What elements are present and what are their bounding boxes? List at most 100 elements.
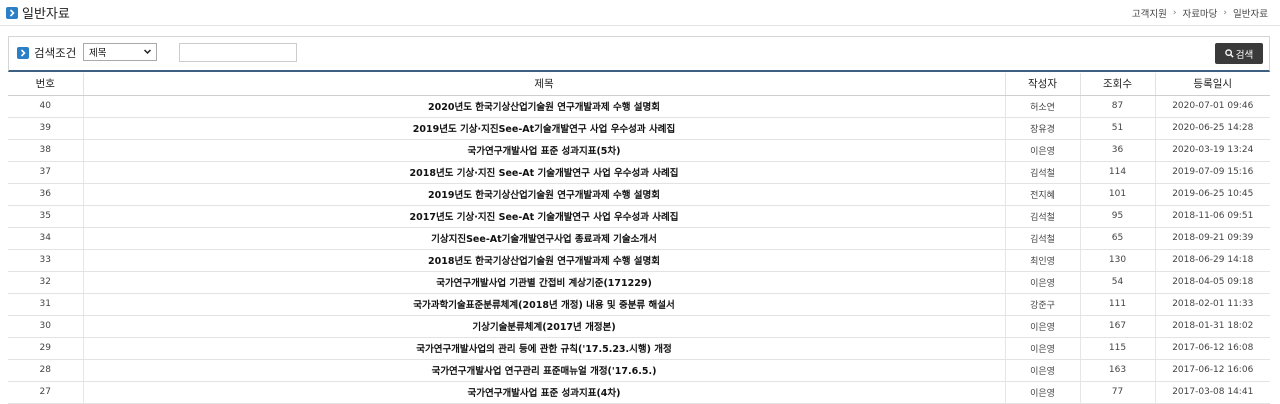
post-title-link[interactable]: 2018년도 한국기상산업기술원 연구개발과제 수행 설명회 [428,256,660,267]
cell-number: 28 [8,359,83,382]
cell-author: 김석철 [1004,205,1080,228]
post-title-link[interactable]: 국가연구개발사업의 관리 등에 관한 규칙('17.5.23.시행) 개정 [416,344,672,355]
cell-date: 2020-06-25 14:28 [1154,117,1270,140]
cell-author: 전지혜 [1004,183,1080,206]
table-row[interactable]: 38 국가연구개발사업 표준 성과지표(5차) 이은영 36 2020-03-19 13… [8,139,1270,162]
chevron-right-icon [6,6,18,19]
cell-number: 27 [8,381,83,404]
table-row[interactable]: 29 국가연구개발사업의 관리 등에 관한 규칙('17.5.23.시행) 개정 이… [8,337,1270,360]
cell-views: 111 [1079,293,1155,316]
top-bar: 일반자료 고객지원 › 자료마당 › 일반자료 [0,0,1280,26]
breadcrumb: 고객지원 › 자료마당 › 일반자료 [1132,6,1268,20]
table-row[interactable]: 30 기상기술분류체계(2017년 개정본) 이은영 167 2018-01-31 18… [8,315,1270,338]
data-table: 번호 제목 작성자 조회수 등록일시 40 2020년도 한국기상산업기술원 연구… [8,73,1270,404]
post-title-link[interactable]: 2018년도 기상·지진 See-At 기술개발연구 사업 우수성과 사례집 [410,168,679,179]
cell-title: 2019년도 기상·지진See-At기술개발연구 사업 우수성과 사례집 [82,117,1005,140]
search-button[interactable]: 검색 [1215,43,1263,64]
cell-author: 허소연 [1004,95,1080,118]
column-header-date: 등록일시 [1154,73,1270,96]
post-title-link[interactable]: 2019년도 기상·지진See-At기술개발연구 사업 우수성과 사례집 [413,124,675,135]
search-select-value: 제목 [89,48,107,59]
post-title-link[interactable]: 2017년도 기상·지진 See-At 기술개발연구 사업 우수성과 사례집 [410,212,679,223]
cell-date: 2017-06-12 16:08 [1154,337,1270,360]
table-row[interactable]: 37 2018년도 기상·지진 See-At 기술개발연구 사업 우수성과 사례집… [8,161,1270,184]
cell-views: 87 [1079,95,1155,118]
cell-number: 30 [8,315,83,338]
cell-number: 31 [8,293,83,316]
cell-number: 39 [8,117,83,140]
search-label-text: 검색조건 [34,46,77,60]
post-title-link[interactable]: 국가연구개발사업 표준 성과지표(5차) [467,146,620,157]
cell-author: 강준구 [1004,293,1080,316]
table-row[interactable]: 31 국가과학기술표준분류체계(2018년 개정) 내용 및 중분류 해설서 강준구… [8,293,1270,316]
breadcrumb-item-library[interactable]: 자료마당 [1182,6,1217,20]
cell-views: 167 [1079,315,1155,338]
column-header-number: 번호 [8,73,83,96]
cell-date: 2020-03-19 13:24 [1154,139,1270,162]
cell-title: 국가연구개발사업 표준 성과지표(4차) [82,381,1005,404]
cell-date: 2017-03-08 14:41 [1154,381,1270,404]
cell-title: 국가연구개발사업 연구관리 표준매뉴얼 개정('17.6.5.) [82,359,1005,382]
column-header-author: 작성자 [1004,73,1080,96]
cell-date: 2020-07-01 09:46 [1154,95,1270,118]
table-row[interactable]: 39 2019년도 기상·지진See-At기술개발연구 사업 우수성과 사례집 장유… [8,117,1270,140]
cell-author: 이은영 [1004,139,1080,162]
table-body: 40 2020년도 한국기상산업기술원 연구개발과제 수행 설명회 허소연 87 202… [8,95,1270,404]
cell-views: 115 [1079,337,1155,360]
cell-title: 국가과학기술표준분류체계(2018년 개정) 내용 및 중분류 해설서 [82,293,1005,316]
table-row[interactable]: 36 2019년도 한국기상산업기술원 연구개발과제 수행 설명회 전지혜 101 20… [8,183,1270,206]
post-title-link[interactable]: 기상지진See-At기술개발연구사업 종료과제 기술소개서 [431,234,657,245]
cell-date: 2018-06-29 14:18 [1154,249,1270,272]
cell-date: 2018-11-06 09:51 [1154,205,1270,228]
table-row[interactable]: 33 2018년도 한국기상산업기술원 연구개발과제 수행 설명회 최인영 130 20… [8,249,1270,272]
cell-author: 이은영 [1004,359,1080,382]
cell-date: 2017-06-12 16:06 [1154,359,1270,382]
table-row[interactable]: 35 2017년도 기상·지진 See-At 기술개발연구 사업 우수성과 사례집… [8,205,1270,228]
cell-title: 2018년도 기상·지진 See-At 기술개발연구 사업 우수성과 사례집 [82,161,1005,184]
cell-author: 이은영 [1004,271,1080,294]
column-header-title: 제목 [82,73,1005,96]
cell-date: 2019-07-09 15:16 [1154,161,1270,184]
search-field-select[interactable]: 제목 [83,43,157,61]
cell-date: 2019-06-25 10:45 [1154,183,1270,206]
table-header-row: 번호 제목 작성자 조회수 등록일시 [8,73,1270,96]
cell-date: 2018-04-05 09:18 [1154,271,1270,294]
table-row[interactable]: 28 국가연구개발사업 연구관리 표준매뉴얼 개정('17.6.5.) 이은영 163… [8,359,1270,382]
cell-title: 국가연구개발사업의 관리 등에 관한 규칙('17.5.23.시행) 개정 [82,337,1005,360]
cell-title: 2017년도 기상·지진 See-At 기술개발연구 사업 우수성과 사례집 [82,205,1005,228]
cell-number: 38 [8,139,83,162]
cell-number: 29 [8,337,83,360]
breadcrumb-separator-icon: › [1172,8,1177,18]
page-title: 일반자료 [6,3,70,22]
cell-date: 2018-01-31 18:02 [1154,315,1270,338]
cell-views: 114 [1079,161,1155,184]
table-row[interactable]: 32 국가연구개발사업 기관별 간접비 계상기준(171229) 이은영 54 2018… [8,271,1270,294]
table-row[interactable]: 34 기상지진See-At기술개발연구사업 종료과제 기술소개서 김석철 65 2018… [8,227,1270,250]
cell-title: 2020년도 한국기상산업기술원 연구개발과제 수행 설명회 [82,95,1005,118]
post-title-link[interactable]: 2020년도 한국기상산업기술원 연구개발과제 수행 설명회 [428,102,660,113]
breadcrumb-item-current[interactable]: 일반자료 [1233,6,1268,20]
post-title-link[interactable]: 2019년도 한국기상산업기술원 연구개발과제 수행 설명회 [428,190,660,201]
table-row[interactable]: 27 국가연구개발사업 표준 성과지표(4차) 이은영 77 2017-03-08 14… [8,381,1270,404]
post-title-link[interactable]: 기상기술분류체계(2017년 개정본) [472,322,615,333]
cell-views: 101 [1079,183,1155,206]
cell-views: 77 [1079,381,1155,404]
cell-number: 34 [8,227,83,250]
cell-date: 2018-09-21 09:39 [1154,227,1270,250]
search-input[interactable] [179,43,297,62]
post-title-link[interactable]: 국가연구개발사업 표준 성과지표(4차) [467,388,620,399]
cell-title: 국가연구개발사업 기관별 간접비 계상기준(171229) [82,271,1005,294]
post-title-link[interactable]: 국가연구개발사업 연구관리 표준매뉴얼 개정('17.6.5.) [432,366,657,377]
table-row[interactable]: 40 2020년도 한국기상산업기술원 연구개발과제 수행 설명회 허소연 87 202… [8,95,1270,118]
search-panel: 검색조건 제목 검색 [8,36,1270,72]
cell-title: 국가연구개발사업 표준 성과지표(5차) [82,139,1005,162]
post-title-link[interactable]: 국가연구개발사업 기관별 간접비 계상기준(171229) [436,278,652,289]
cell-title: 기상기술분류체계(2017년 개정본) [82,315,1005,338]
breadcrumb-item-support[interactable]: 고객지원 [1132,6,1167,20]
cell-views: 130 [1079,249,1155,272]
cell-number: 35 [8,205,83,228]
cell-title: 기상지진See-At기술개발연구사업 종료과제 기술소개서 [82,227,1005,250]
post-title-link[interactable]: 국가과학기술표준분류체계(2018년 개정) 내용 및 중분류 해설서 [413,300,674,311]
search-icon [1224,49,1234,58]
cell-views: 65 [1079,227,1155,250]
